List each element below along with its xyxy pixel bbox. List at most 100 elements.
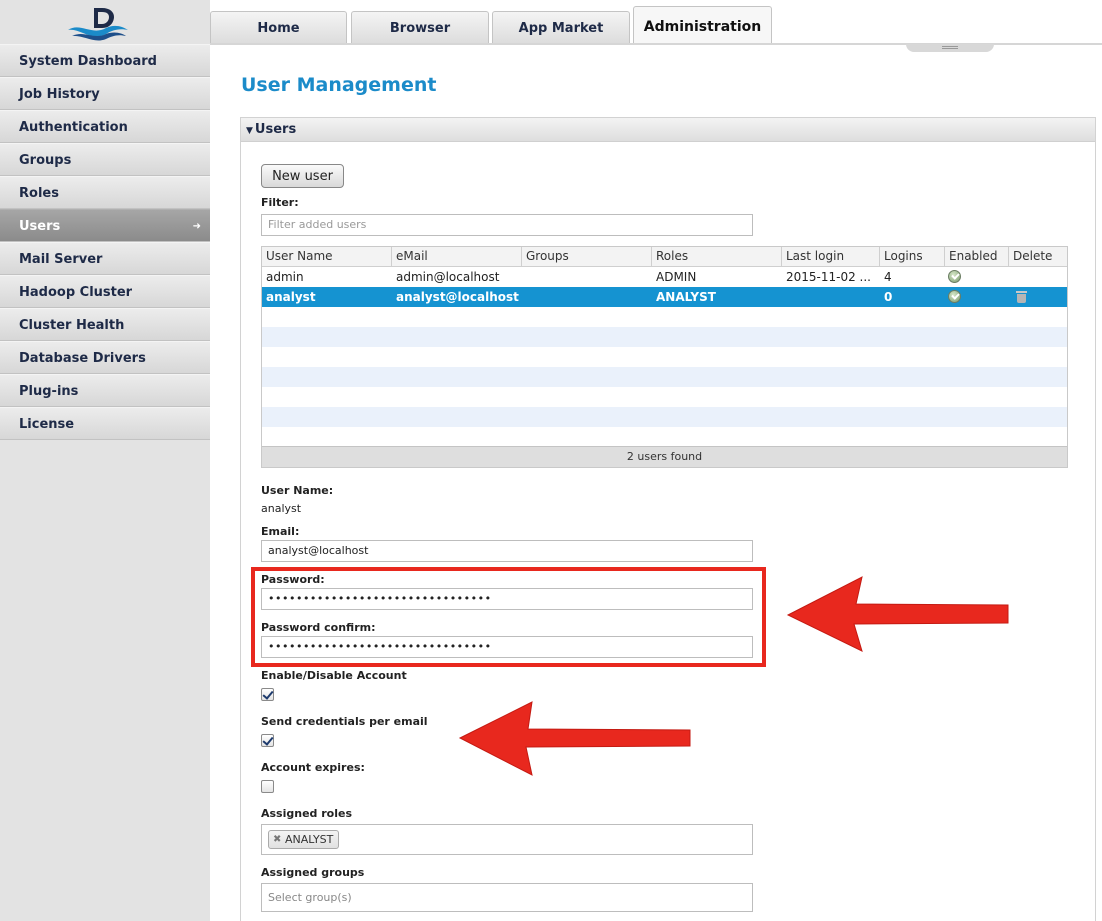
cell-email: analyst@localhost — [396, 290, 519, 304]
assigned-roles-label: Assigned roles — [261, 807, 353, 820]
sidebar-item-label: Plug-ins — [19, 384, 79, 399]
enabled-check-icon — [948, 290, 961, 303]
sidebar-item-roles[interactable]: Roles — [0, 176, 210, 209]
sidebar-item-system-dashboard[interactable]: System Dashboard — [0, 44, 210, 77]
sidebar-item-users[interactable]: Users ➜ — [0, 209, 210, 242]
assigned-roles-input[interactable]: ✖ ANALYST — [261, 824, 753, 855]
page-title: User Management — [241, 74, 437, 96]
sidebar-item-label: Hadoop Cluster — [19, 285, 133, 300]
annotation-arrow-icon — [458, 701, 691, 776]
email-field[interactable]: analyst@localhost — [261, 540, 753, 562]
logo-icon — [68, 8, 128, 41]
sidebar-item-label: Roles — [19, 186, 59, 201]
remove-tag-icon[interactable]: ✖ — [273, 831, 281, 848]
sidebar-item-label: Job History — [19, 87, 100, 102]
cell-username: analyst — [266, 290, 316, 304]
sidebar-item-label: Users — [19, 219, 61, 234]
sidebar-item-job-history[interactable]: Job History — [0, 77, 210, 110]
tab-app-market[interactable]: App Market — [492, 11, 630, 44]
sidebar-item-mail-server[interactable]: Mail Server — [0, 242, 210, 275]
table-row-empty — [262, 407, 1067, 427]
account-expires-label: Account expires: — [261, 761, 365, 774]
users-panel-header[interactable]: ▼ Users — [241, 118, 1095, 142]
send-credentials-checkbox[interactable] — [261, 734, 274, 747]
sidebar-item-hadoop-cluster[interactable]: Hadoop Cluster — [0, 275, 210, 308]
cell-logins: 0 — [884, 290, 893, 304]
tab-administration[interactable]: Administration — [633, 6, 772, 44]
annotation-arrow-icon — [786, 576, 1009, 652]
table-row-empty — [262, 347, 1067, 367]
column-header-roles[interactable]: Roles — [652, 247, 782, 266]
cell-roles: ANALYST — [656, 290, 716, 304]
caret-down-icon: ▼ — [246, 126, 253, 136]
sidebar: System Dashboard Job History Authenticat… — [0, 0, 210, 921]
filter-label: Filter: — [261, 196, 299, 209]
assigned-groups-input[interactable]: Select group(s) — [261, 883, 753, 912]
column-header-groups[interactable]: Groups — [522, 247, 652, 266]
sidebar-item-cluster-health[interactable]: Cluster Health — [0, 308, 210, 341]
cell-enabled — [945, 267, 1009, 287]
users-table: User Name eMail Groups Roles Last login … — [261, 246, 1068, 468]
cell-delete — [1009, 267, 1067, 287]
enable-account-label: Enable/Disable Account — [261, 669, 407, 682]
sidebar-item-license[interactable]: License — [0, 407, 210, 440]
assigned-groups-label: Assigned groups — [261, 866, 365, 879]
sidebar-item-authentication[interactable]: Authentication — [0, 110, 210, 143]
sidebar-item-groups[interactable]: Groups — [0, 143, 210, 176]
username-label: User Name: — [261, 484, 334, 497]
email-label: Email: — [261, 525, 300, 538]
cell-last-login: 2015-11-02 ... — [786, 270, 871, 284]
sidebar-item-label: Cluster Health — [19, 318, 125, 333]
sidebar-item-database-drivers[interactable]: Database Drivers — [0, 341, 210, 374]
column-header-enabled[interactable]: Enabled — [945, 247, 1009, 266]
cell-email: admin@localhost — [396, 270, 500, 284]
role-tag: ✖ ANALYST — [268, 830, 340, 849]
filter-input[interactable]: Filter added users — [261, 214, 753, 236]
enable-account-checkbox[interactable] — [261, 688, 274, 701]
table-header: User Name eMail Groups Roles Last login … — [262, 247, 1067, 267]
table-row-empty — [262, 367, 1067, 387]
role-tag-label: ANALYST — [285, 833, 334, 846]
column-header-email[interactable]: eMail — [392, 247, 522, 266]
table-row[interactable]: admin admin@localhost ADMIN 2015-11-02 .… — [262, 267, 1067, 287]
collapse-handle[interactable] — [906, 44, 994, 52]
sidebar-item-label: Mail Server — [19, 252, 103, 267]
cell-groups — [522, 267, 652, 287]
table-row-empty — [262, 427, 1067, 447]
tab-browser[interactable]: Browser — [351, 11, 489, 44]
cell-roles: ADMIN — [656, 270, 697, 284]
table-row-empty — [262, 387, 1067, 407]
cell-enabled — [945, 287, 1009, 307]
trash-icon[interactable] — [1016, 291, 1027, 303]
send-credentials-label: Send credentials per email — [261, 715, 428, 728]
cell-last-login — [782, 287, 880, 307]
cell-groups — [522, 287, 652, 307]
sidebar-item-label: Groups — [19, 153, 72, 168]
new-user-button[interactable]: New user — [261, 164, 344, 188]
annotation-highlight-box — [251, 567, 766, 667]
account-expires-checkbox[interactable] — [261, 780, 274, 793]
sidebar-nav: System Dashboard Job History Authenticat… — [0, 44, 210, 440]
sidebar-item-label: Database Drivers — [19, 351, 146, 366]
table-row-empty — [262, 307, 1067, 327]
table-row-selected[interactable]: analyst analyst@localhost ANALYST 0 — [262, 287, 1067, 307]
panel-header-label: Users — [254, 122, 297, 137]
table-row-empty — [262, 327, 1067, 347]
tab-home[interactable]: Home — [210, 11, 347, 44]
table-footer: 2 users found — [262, 446, 1067, 467]
sidebar-item-plug-ins[interactable]: Plug-ins — [0, 374, 210, 407]
cell-delete — [1009, 287, 1067, 307]
cell-logins: 4 — [884, 270, 892, 284]
column-header-delete[interactable]: Delete — [1009, 247, 1067, 266]
column-header-last-login[interactable]: Last login — [782, 247, 880, 266]
grip-icon — [942, 46, 958, 49]
column-header-logins[interactable]: Logins — [880, 247, 945, 266]
sidebar-item-label: Authentication — [19, 120, 128, 135]
column-header-username[interactable]: User Name — [262, 247, 392, 266]
sidebar-item-label: System Dashboard — [19, 54, 157, 69]
top-tab-bar: Home Browser App Market Administration — [210, 0, 1102, 44]
arrow-right-icon: ➜ — [192, 221, 201, 232]
username-value: analyst — [261, 502, 302, 515]
users-panel: ▼ Users — [240, 117, 1096, 921]
cell-username: admin — [266, 270, 304, 284]
